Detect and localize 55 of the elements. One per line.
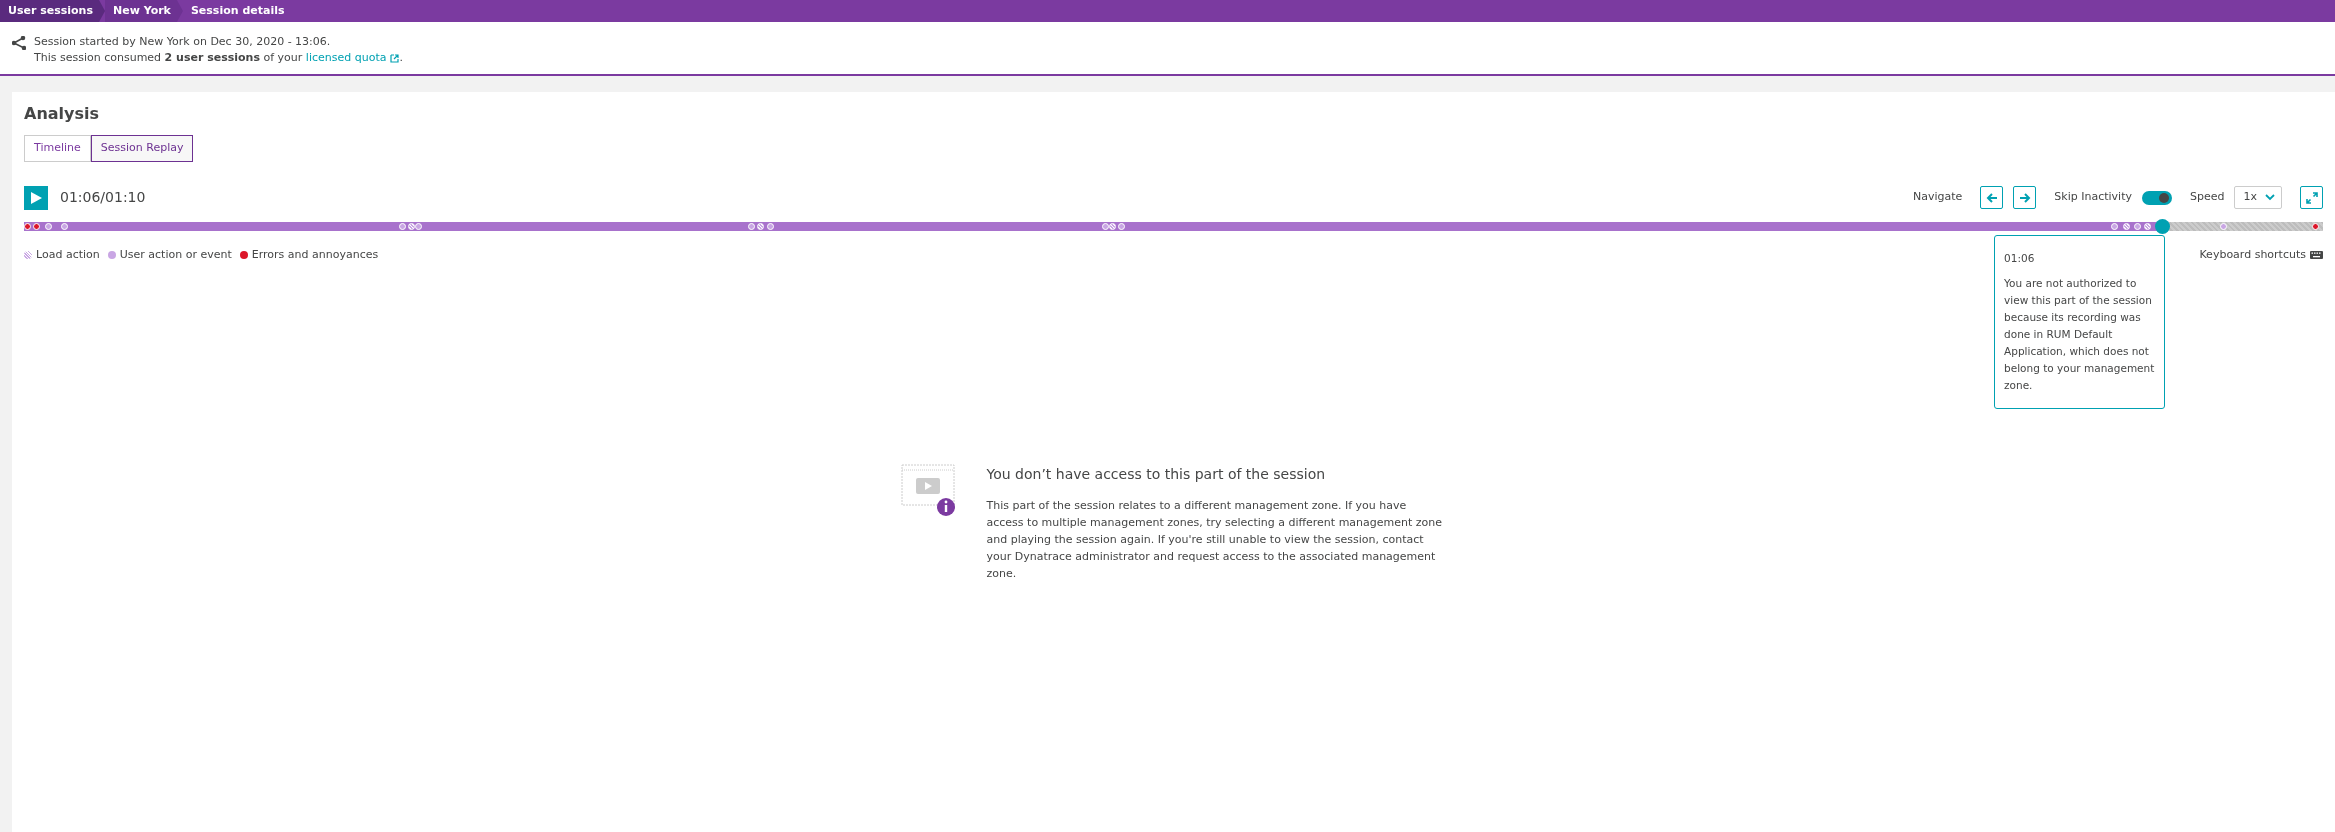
tab[interactable]: Session Replay — [90, 135, 194, 162]
timeline-marker[interactable] — [766, 222, 774, 230]
chevron-down-icon — [2265, 194, 2275, 202]
timeline-marker[interactable] — [60, 222, 68, 230]
timeline-marker[interactable] — [414, 222, 422, 230]
external-link-icon — [390, 53, 400, 63]
timeline-marker[interactable] — [2311, 222, 2319, 230]
timeline-marker[interactable] — [407, 222, 415, 230]
timeline-marker[interactable] — [748, 222, 756, 230]
speed-label: Speed — [2190, 189, 2225, 206]
timeline-marker[interactable] — [1102, 222, 1110, 230]
session-started-text: Session started by New York on Dec 30, 2020 - 13:06. — [34, 34, 332, 50]
arrow-left-icon — [1985, 191, 1998, 204]
expand-icon — [2305, 191, 2318, 204]
tab[interactable]: Timeline — [24, 135, 91, 162]
keyboard-icon — [2310, 250, 2323, 259]
previous-button[interactable] — [1980, 186, 2004, 210]
speed-select[interactable]: 1x — [2234, 186, 2282, 210]
tooltip-text: You are not authorized to view this part of the session because its recording was done in RUM Default Application, which does not belong to your management zone. — [2004, 275, 2156, 393]
empty-state-title: You don’t have access to this part of the session — [986, 464, 1327, 484]
skip-inactivity-toggle[interactable] — [2142, 190, 2172, 205]
breadcrumb-link[interactable]: User sessions — [0, 0, 105, 22]
empty-state-text: This part of the session relates to a different management zone. If you have access to multiple management zones, try selecting a different management zone and playing the session again. If you're still unable to view the session, contact your Dynatrace administrator and request access to the associated management zone. — [986, 497, 1444, 582]
legend-label: Load action — [36, 246, 100, 263]
playback-time: 01:06/01:10 — [60, 188, 146, 208]
legend-label: Errors and annoyances — [251, 246, 379, 263]
timeline-marker[interactable] — [2123, 222, 2130, 230]
playhead-handle[interactable] — [2155, 218, 2171, 234]
network-icon — [12, 36, 26, 50]
tooltip-time: 01:06 — [2004, 250, 2036, 266]
timeline-marker[interactable] — [24, 222, 31, 230]
fullscreen-button[interactable] — [2300, 186, 2323, 210]
legend-label: User action or event — [119, 246, 232, 263]
timeline-marker[interactable] — [398, 222, 406, 230]
skip-inactivity-label: Skip Inactivity — [2054, 189, 2132, 206]
timeline-marker[interactable] — [44, 222, 52, 230]
timeline-marker[interactable] — [2111, 222, 2119, 230]
play-button[interactable] — [24, 185, 48, 210]
timeline-marker[interactable] — [1109, 222, 1117, 230]
keyboard-shortcuts-link[interactable]: Keyboard shortcuts — [2199, 246, 2306, 264]
play-icon — [30, 191, 42, 204]
timeline-marker[interactable] — [757, 222, 765, 230]
timeline-marker[interactable] — [2219, 222, 2227, 230]
analysis-title: Analysis — [24, 104, 100, 124]
breadcrumb-link[interactable]: Session details — [182, 0, 297, 22]
breadcrumb-link[interactable]: New York — [105, 0, 183, 22]
next-button[interactable] — [2013, 186, 2037, 210]
timeline-marker[interactable] — [1118, 222, 1126, 230]
timeline-marker[interactable] — [2134, 222, 2142, 230]
timeline-marker[interactable] — [33, 222, 41, 230]
session-consumed-text: This session consumed 2 user sessions of your — [34, 50, 303, 66]
navigate-label: Navigate — [1913, 189, 1963, 206]
period-text: . — [399, 50, 403, 66]
timeline-marker[interactable] — [2143, 222, 2151, 230]
arrow-right-icon — [2018, 191, 2031, 204]
